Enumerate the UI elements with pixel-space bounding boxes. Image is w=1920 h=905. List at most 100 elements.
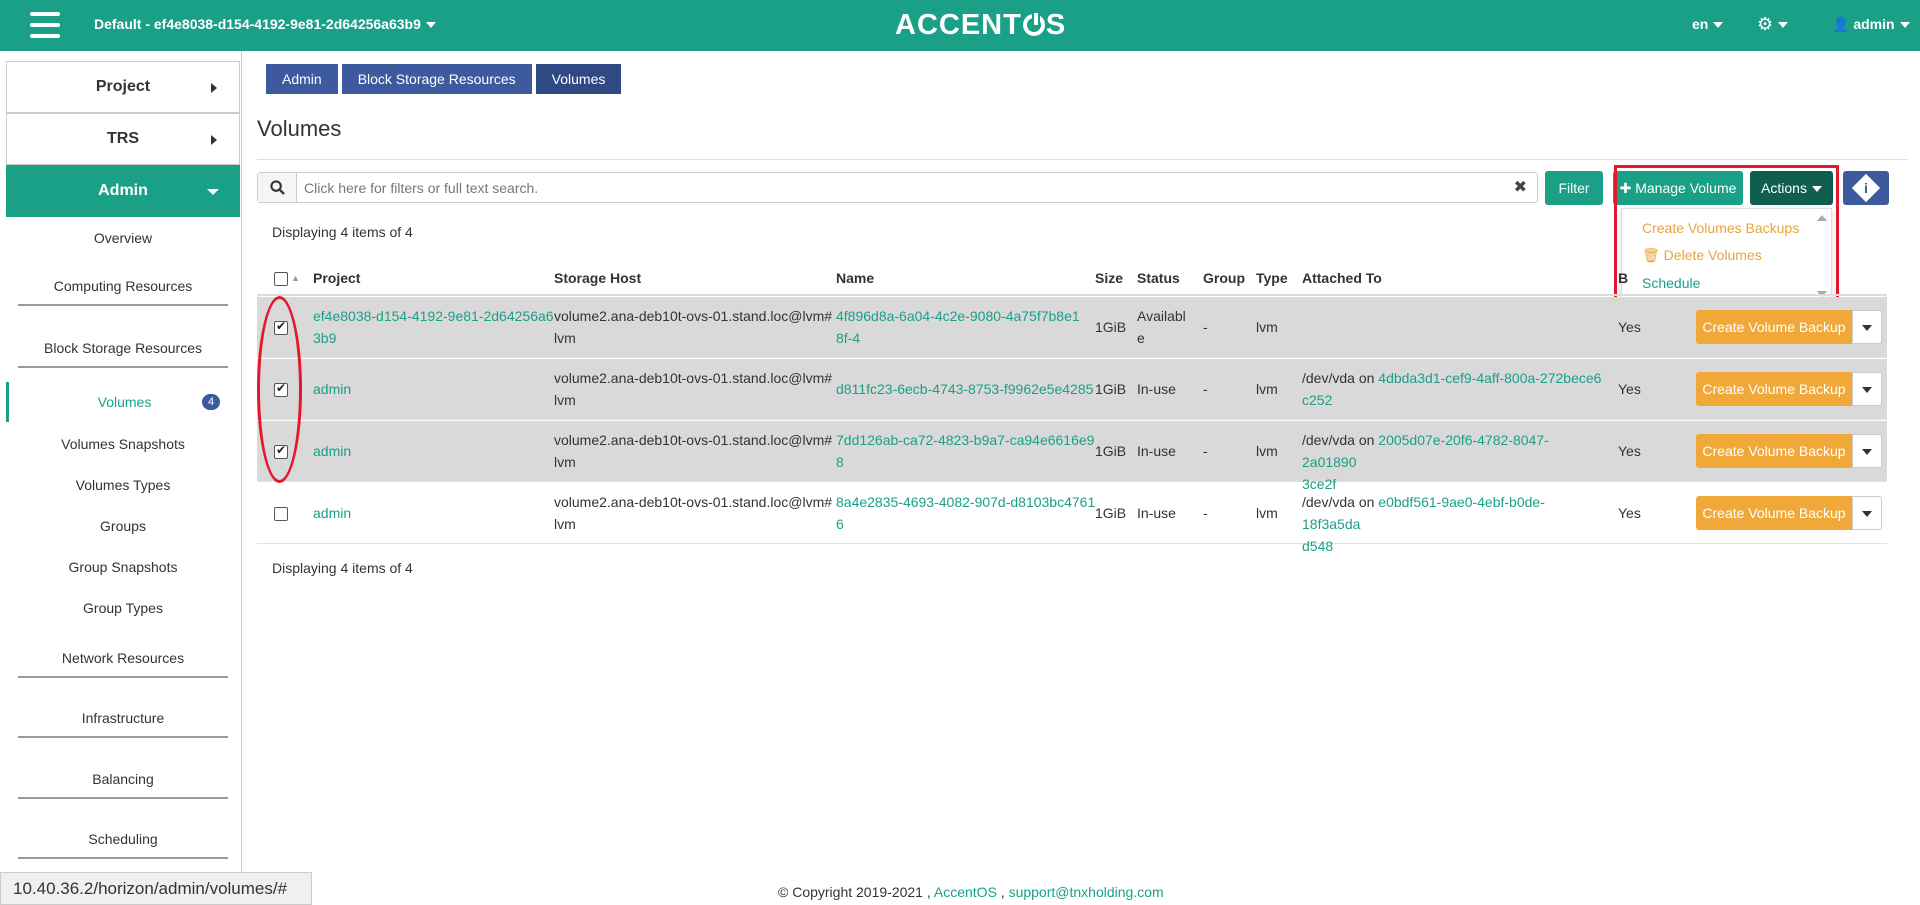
column-header-attached-to[interactable]: Attached To	[1302, 270, 1382, 286]
host-text: volume2.ana-deb10t-ovs-01.stand.loc@lvm#	[554, 494, 833, 510]
create-volume-backup-button[interactable]: Create Volume Backup	[1696, 496, 1852, 530]
sidebar-item-trs[interactable]: TRS	[6, 113, 240, 165]
sidebar-item-volumes-snapshots[interactable]: Volumes Snapshots	[18, 436, 228, 452]
gear-icon: ⚙	[1757, 14, 1774, 34]
create-volume-backup-button[interactable]: Create Volume Backup	[1696, 434, 1852, 468]
info-button[interactable]: i	[1843, 171, 1889, 205]
instance-link[interactable]: 4dbda3d1-cef9-4aff-800a-272bece6	[1378, 370, 1601, 386]
size: 1GiB	[1095, 381, 1127, 397]
project-selector[interactable]: Default - ef4e8038-d154-4192-9e81-2d6425…	[94, 16, 436, 32]
manage-volume-label: Manage Volume	[1635, 180, 1737, 196]
chevron-down-icon	[425, 22, 436, 29]
storage-host: volume2.ana-deb10t-ovs-01.stand.loc@lvm#…	[554, 491, 832, 535]
breadcrumb-item-block-storage[interactable]: Block Storage Resources	[341, 64, 532, 94]
create-volume-backup-button[interactable]: Create Volume Backup	[1696, 372, 1852, 406]
select-all-checkbox[interactable]	[274, 272, 288, 286]
sidebar-item-computing-resources[interactable]: Computing Resources	[18, 278, 228, 306]
copyright-text: © Copyright 2019-2021 ,	[778, 884, 931, 900]
browser-status-bar: 10.40.36.2/horizon/admin/volumes/#	[0, 872, 312, 905]
status-text: Availabl	[1137, 308, 1186, 324]
row-actions-dropdown-toggle[interactable]	[1852, 496, 1882, 530]
search-input[interactable]	[304, 177, 1484, 198]
sidebar-item-volumes-types[interactable]: Volumes Types	[18, 477, 228, 493]
footer-separator: ,	[1000, 884, 1005, 900]
sidebar-item-network-resources[interactable]: Network Resources	[18, 650, 228, 678]
search-icon	[258, 173, 297, 202]
table-row[interactable]: ef4e8038-d154-4192-9e81-2d64256a6 3b9 vol…	[257, 297, 1887, 358]
theme-selector[interactable]: ⚙	[1757, 14, 1789, 35]
project-link[interactable]: admin	[313, 502, 351, 524]
breadcrumb: Admin Block Storage Resources Volumes	[266, 64, 625, 94]
row-checkbox[interactable]	[274, 381, 288, 397]
user-menu[interactable]: 👤 admin	[1832, 16, 1910, 33]
sidebar-item-project[interactable]: Project	[6, 61, 240, 113]
row-checkbox[interactable]	[274, 443, 288, 459]
attached-prefix: /dev/vda on	[1302, 432, 1379, 448]
divider	[257, 159, 1907, 160]
host-text: lvm	[554, 330, 576, 346]
volume-name-link[interactable]: d811fc23-6ecb-4743-8753-f9962e5e4285	[836, 378, 1093, 400]
close-icon[interactable]: ✖	[1514, 177, 1527, 197]
volume-name-link[interactable]: 8a4e2835-4693-4082-907d-d8103bc4761 6	[836, 491, 1095, 535]
host-text: lvm	[554, 454, 576, 470]
sidebar-item-volumes[interactable]: Volumes 4	[6, 382, 240, 422]
project-selector-label: Default - ef4e8038-d154-4192-9e81-2d6425…	[94, 16, 421, 32]
column-header-size[interactable]: Size	[1095, 270, 1123, 286]
breadcrumb-item-admin[interactable]: Admin	[266, 64, 338, 94]
row-actions-dropdown-toggle[interactable]	[1852, 372, 1882, 406]
status: In-use	[1137, 381, 1176, 397]
group: -	[1203, 319, 1208, 335]
row-checkbox[interactable]	[274, 507, 288, 521]
sidebar-item-infrastructure[interactable]: Infrastructure	[18, 710, 228, 738]
table-row[interactable]: admin volume2.ana-deb10t-ovs-01.stand.lo…	[257, 359, 1887, 420]
project-link[interactable]: admin	[313, 440, 351, 462]
sidebar-item-admin[interactable]: Admin	[6, 165, 240, 217]
row-actions-dropdown-toggle[interactable]	[1852, 434, 1882, 468]
volume-name-link[interactable]: 7dd126ab-ca72-4823-b9a7-ca94e6616e9 8	[836, 429, 1094, 473]
sidebar-item-balancing[interactable]: Balancing	[18, 771, 228, 799]
storage-host: volume2.ana-deb10t-ovs-01.stand.loc@lvm#…	[554, 367, 832, 411]
language-label: en	[1692, 16, 1709, 32]
column-header-storage-host[interactable]: Storage Host	[554, 270, 641, 286]
items-count-bottom: Displaying 4 items of 4	[272, 560, 413, 576]
language-selector[interactable]: en	[1692, 16, 1724, 32]
sort-icon[interactable]: ▲	[291, 273, 300, 283]
support-email-link[interactable]: support@tnxholding.com	[1009, 884, 1164, 900]
row-checkbox[interactable]	[274, 319, 288, 335]
table-row[interactable]: admin volume2.ana-deb10t-ovs-01.stand.lo…	[257, 421, 1887, 492]
create-volume-backup-button[interactable]: Create Volume Backup	[1696, 310, 1852, 344]
column-header-type[interactable]: Type	[1256, 270, 1288, 286]
column-header-project[interactable]: Project	[313, 270, 360, 286]
brand-link[interactable]: AccentOS	[934, 884, 997, 900]
manage-volume-button[interactable]: ✚ Manage Volume	[1613, 171, 1743, 205]
filter-button[interactable]: Filter	[1545, 171, 1603, 205]
bootable: Yes	[1618, 319, 1641, 335]
sidebar-item-label: Project	[95, 78, 151, 95]
instance-link[interactable]: c252	[1302, 389, 1602, 411]
column-header-group[interactable]: Group	[1203, 270, 1245, 286]
sidebar-item-scheduling[interactable]: Scheduling	[18, 831, 228, 859]
sidebar-item-block-storage-resources[interactable]: Block Storage Resources	[18, 340, 228, 368]
name-text: 7dd126ab-ca72-4823-b9a7-ca94e6616e9	[836, 432, 1095, 448]
sidebar-item-group-types[interactable]: Group Types	[18, 600, 228, 616]
project-link[interactable]: ef4e8038-d154-4192-9e81-2d64256a6 3b9	[313, 305, 554, 349]
column-header-bootable[interactable]: B	[1618, 270, 1628, 286]
type: lvm	[1256, 505, 1278, 521]
sidebar: Project TRS Admin Overview Computing Res…	[0, 51, 242, 905]
actions-button[interactable]: Actions	[1750, 171, 1833, 205]
table-row[interactable]: admin volume2.ana-deb10t-ovs-01.stand.lo…	[257, 483, 1887, 554]
instance-link[interactable]: d548	[1302, 535, 1602, 557]
sidebar-item-group-snapshots[interactable]: Group Snapshots	[18, 559, 228, 575]
column-header-name[interactable]: Name	[836, 270, 874, 286]
sidebar-item-overview[interactable]: Overview	[18, 230, 228, 246]
size: 1GiB	[1095, 319, 1127, 335]
info-icon: i	[1851, 173, 1881, 203]
column-header-status[interactable]: Status	[1137, 270, 1180, 286]
create-volumes-backups-item[interactable]: Create Volumes Backups	[1642, 220, 1799, 236]
row-actions-dropdown-toggle[interactable]	[1852, 310, 1882, 344]
top-bar: Default - ef4e8038-d154-4192-9e81-2d6425…	[0, 0, 1920, 51]
sidebar-item-groups[interactable]: Groups	[18, 518, 228, 534]
hamburger-menu-icon[interactable]	[30, 12, 60, 38]
volume-name-link[interactable]: 4f896d8a-6a04-4c2e-9080-4a75f7b8e1 8f-4	[836, 305, 1080, 349]
project-link[interactable]: admin	[313, 378, 351, 400]
